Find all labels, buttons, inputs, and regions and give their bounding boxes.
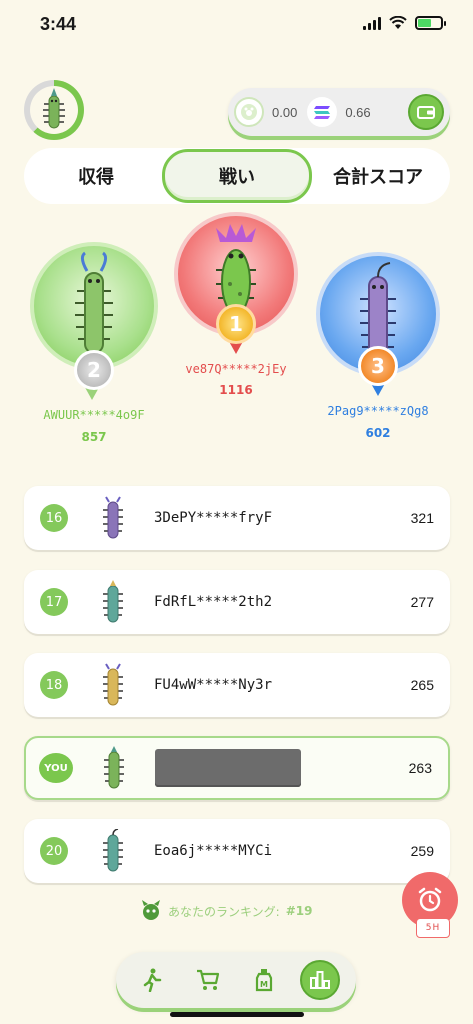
list-item[interactable]: 18 FU4wW*****Ny3r 265 [24, 653, 450, 717]
solana-icon [307, 97, 338, 127]
hidden-name-mask [155, 749, 301, 787]
my-ranking-label: あなたのランキング: [168, 904, 280, 919]
nav-walk[interactable] [132, 960, 172, 1000]
medal-third: 3 [358, 346, 398, 386]
player-name: FdRfL*****2th2 [154, 594, 273, 610]
you-badge: YOU [39, 753, 73, 783]
tab-earnings[interactable]: 収得 [24, 148, 168, 204]
tab-bar: 収得 戦い 合計スコア [24, 148, 450, 204]
podium-first-score: 1116 [219, 383, 253, 397]
status-icons [363, 16, 446, 30]
bottom-nav: M [116, 952, 356, 1008]
player-name: 3DePY*****fryF [154, 510, 273, 526]
player-score: 277 [410, 594, 434, 610]
alarm-clock-icon [418, 887, 442, 912]
my-ranking-value: #19 [285, 904, 313, 918]
nav-bottle[interactable]: M [244, 960, 284, 1000]
player-name: FU4wW*****Ny3r [154, 677, 273, 693]
list-item[interactable]: 16 3DePY*****fryF 321 [24, 486, 450, 550]
profile-avatar[interactable] [24, 80, 84, 140]
bug-icon [75, 251, 113, 354]
bug-icon [103, 496, 123, 539]
tab-battle[interactable]: 戦い [162, 149, 312, 203]
bug-icon [103, 829, 123, 872]
list-item[interactable]: 20 Eoa6j*****MYCi 259 [24, 819, 450, 883]
ranking-chart-icon [310, 971, 330, 989]
player-score: 259 [410, 843, 434, 859]
signal-icon [363, 16, 381, 30]
medal-first: 1 [216, 304, 256, 344]
bug-icon [103, 580, 123, 623]
my-list-item[interactable]: YOU 263 [24, 736, 450, 800]
rank-badge: 16 [40, 504, 68, 532]
tab-total-score[interactable]: 合計スコア [306, 148, 450, 204]
podium-second-name: AWUUR*****4o9F [43, 408, 145, 422]
bug-icon [104, 746, 124, 789]
coin2-balance: 0.66 [345, 104, 371, 120]
status-time: 3:44 [40, 14, 77, 34]
alarm-tag: 5H [416, 918, 450, 938]
podium-third-score: 602 [365, 426, 391, 440]
rank-badge: 17 [40, 588, 68, 616]
list-item[interactable]: 17 FdRfL*****2th2 277 [24, 570, 450, 634]
podium-second-score: 857 [81, 430, 107, 444]
player-name: Eoa6j*****MYCi [154, 843, 273, 859]
wifi-icon [389, 16, 407, 29]
walking-icon [143, 968, 162, 992]
player-score: 321 [410, 510, 434, 526]
nav-ranking[interactable] [300, 960, 340, 1000]
wallet-bar: 0.00 0.66 [228, 88, 450, 136]
podium-first-name: ve87Q*****2jEy [185, 362, 287, 376]
podium-third-name: 2Pag9*****zQg8 [327, 404, 429, 418]
bug-avatar-icon [43, 88, 65, 129]
wallet-button[interactable] [408, 94, 444, 130]
bug-icon [103, 663, 123, 706]
player-score: 263 [408, 760, 432, 776]
player-score: 265 [410, 677, 434, 693]
battery-icon [415, 16, 446, 30]
medal-second: 2 [74, 350, 114, 390]
bug-mascot-icon [142, 900, 160, 920]
cart-icon [197, 969, 220, 990]
nav-shop[interactable] [188, 960, 228, 1000]
rank-badge: 18 [40, 671, 68, 699]
svg-text:M: M [260, 980, 268, 989]
coin1-balance: 0.00 [272, 104, 298, 120]
my-ranking: あなたのランキング: #19 [140, 900, 312, 922]
paw-coin-icon [234, 97, 264, 127]
rank-badge: 20 [40, 837, 68, 865]
home-indicator [170, 1012, 304, 1017]
wallet-icon [417, 106, 435, 119]
bottle-icon: M [255, 969, 273, 992]
